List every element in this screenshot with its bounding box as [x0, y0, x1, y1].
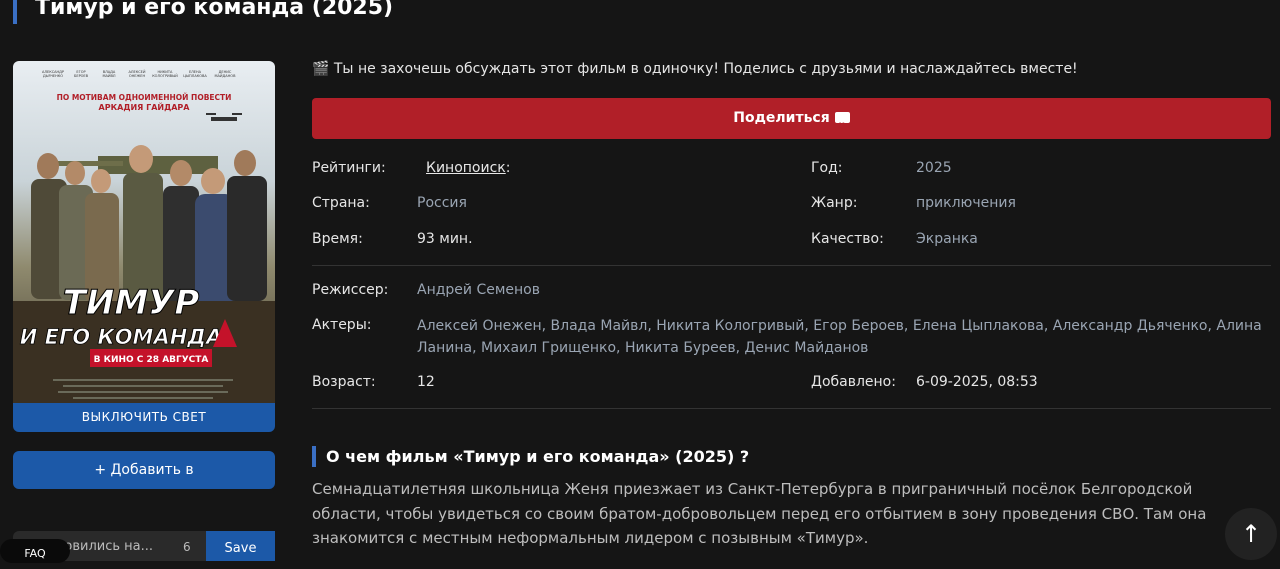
movie-poster: АЛЕКСАНДР ДЬЯЧЕНКО ЕГОР БЕРОЕВ ВЛАДА МАЙВЛ …: [13, 61, 275, 405]
add-to-list-button[interactable]: + Добавить в: [13, 451, 275, 489]
quality-value[interactable]: Экранка: [916, 231, 978, 247]
actor-link[interactable]: Егор Бероев: [813, 318, 904, 334]
country-value[interactable]: Россия: [417, 195, 467, 211]
collection-count: 6: [183, 540, 191, 554]
about-heading: О чем фильм «Тимур и его команда» (2025)…: [312, 446, 749, 467]
age-value: 12: [417, 374, 435, 390]
actor-link[interactable]: Александр Дьяченко: [1053, 318, 1208, 334]
svg-text:ОНЕЖЕН: ОНЕЖЕН: [129, 74, 146, 78]
info-divider-bottom: [312, 408, 1271, 409]
added-value: 6-09-2025, 08:53: [916, 374, 1038, 390]
poster-release: В КИНО С 28 АВГУСТА: [94, 355, 209, 365]
poster-credit: ПО МОТИВАМ ОДНОИМЕННОЙ ПОВЕСТИ: [57, 93, 232, 102]
year-label: Год:: [811, 160, 843, 176]
ratings-separator: :: [505, 160, 511, 176]
page-title: Тимур и его команда (2025): [35, 0, 394, 20]
poster-title-line1: ТИМУР: [63, 283, 200, 323]
actor-link[interactable]: Денис Майданов: [744, 340, 868, 356]
save-button[interactable]: Save: [206, 531, 275, 561]
info-divider: [312, 265, 1271, 266]
genre-label: Жанр:: [811, 195, 858, 211]
actor-link[interactable]: Михаил Грищенко: [481, 340, 616, 356]
actor-link[interactable]: Влада Майвл: [551, 318, 648, 334]
actors-list: Алексей Онежен, Влада Майвл, Никита Коло…: [417, 318, 1262, 356]
actor-link[interactable]: Никита Кологривый: [656, 318, 804, 334]
about-text: Семнадцатилетняя школьница Женя приезжае…: [312, 480, 1207, 547]
actor-link[interactable]: Елена Цыплакова: [913, 318, 1044, 334]
ratings-value: Кинопоиск:: [426, 160, 510, 176]
kinopoisk-link[interactable]: Кинопоиск: [426, 160, 506, 176]
scroll-top-button[interactable]: ↑: [1225, 508, 1277, 560]
svg-text:ДЬЯЧЕНКО: ДЬЯЧЕНКО: [43, 74, 63, 78]
time-label: Время:: [312, 231, 363, 247]
svg-text:БЕРОЕВ: БЕРОЕВ: [74, 74, 89, 78]
director-label: Режиссер:: [312, 282, 389, 298]
share-button[interactable]: Поделиться: [312, 98, 1271, 148]
director-value[interactable]: Андрей Семенов: [417, 282, 540, 298]
ratings-label: Рейтинги:: [312, 160, 386, 176]
share-prompt: 🎬 Ты не захочешь обсуждать этот фильм в …: [312, 61, 1078, 77]
time-value: 93 мин.: [417, 231, 473, 247]
svg-text:МАЙВЛ: МАЙВЛ: [102, 73, 115, 78]
actor-link[interactable]: Алексей Онежен: [417, 318, 542, 334]
svg-text:КОЛОГРИВЫЙ: КОЛОГРИВЫЙ: [152, 73, 178, 78]
svg-text:ЦЫПЛАКОВА: ЦЫПЛАКОВА: [183, 74, 207, 78]
poster-title-line2: И ЕГО КОМАНДА: [20, 325, 222, 349]
age-label: Возраст:: [312, 374, 376, 390]
added-label: Добавлено:: [811, 374, 896, 390]
lights-off-button[interactable]: ВЫКЛЮЧИТЬ СВЕТ: [13, 403, 275, 432]
actor-link[interactable]: Никита Буреев: [625, 340, 736, 356]
page-title-block: Тимур и его команда (2025): [13, 0, 393, 24]
share-button-label: Поделиться: [733, 110, 830, 126]
quality-label: Качество:: [811, 231, 884, 247]
faq-button[interactable]: FAQ: [0, 539, 70, 563]
actors-label: Актеры:: [312, 317, 372, 333]
poster-author: АРКАДИЯ ГАЙДАРА: [99, 101, 191, 112]
svg-text:МАЙДАНОВ: МАЙДАНОВ: [215, 73, 237, 78]
heart-letter-icon: [834, 107, 850, 148]
year-value[interactable]: 2025: [916, 160, 952, 176]
country-label: Страна:: [312, 195, 370, 211]
genre-value[interactable]: приключения: [916, 195, 1016, 211]
arrow-up-icon: ↑: [1240, 520, 1262, 548]
